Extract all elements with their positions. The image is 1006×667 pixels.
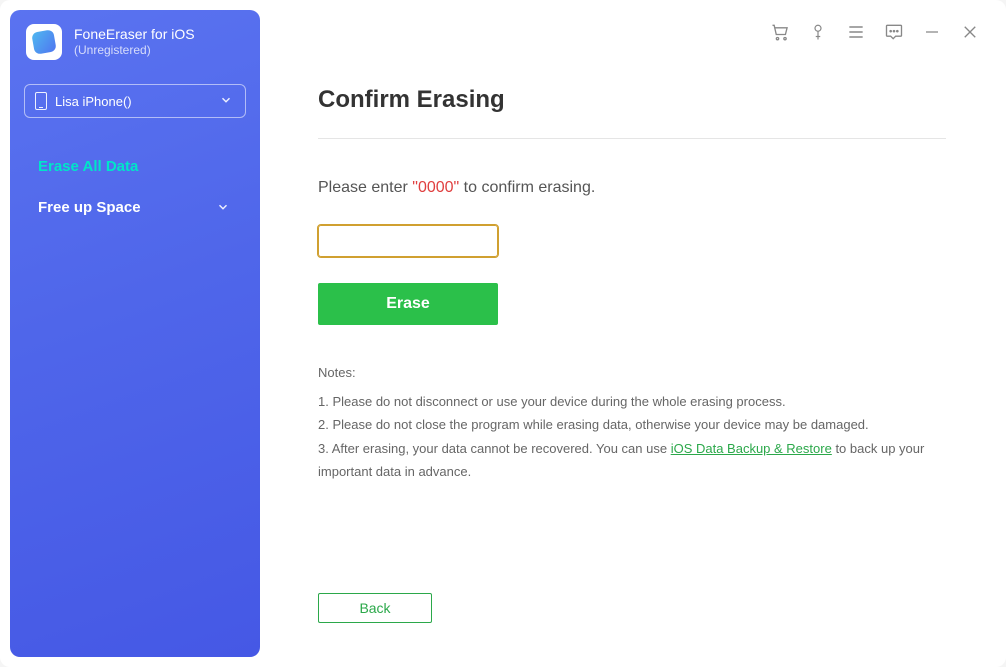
nav-item-erase-all[interactable]: Erase All Data <box>24 146 246 187</box>
note-line-3: 3. After erasing, your data cannot be re… <box>318 437 946 484</box>
note-line-2: 2. Please do not close the program while… <box>318 413 946 436</box>
menu-icon[interactable] <box>846 22 866 42</box>
confirm-input[interactable] <box>318 225 498 257</box>
app-logo-icon <box>26 24 62 60</box>
app-subtitle: (Unregistered) <box>74 43 195 59</box>
app-title-block: FoneEraser for iOS (Unregistered) <box>74 25 195 59</box>
cart-icon[interactable] <box>770 22 790 42</box>
nav-item-label: Free up Space <box>38 199 141 216</box>
sidebar-header: FoneEraser for iOS (Unregistered) <box>24 24 246 60</box>
note-line-1: 1. Please do not disconnect or use your … <box>318 390 946 413</box>
prompt-after: to confirm erasing. <box>459 179 595 196</box>
prompt-before: Please enter <box>318 179 412 196</box>
back-button[interactable]: Back <box>318 593 432 623</box>
key-icon[interactable] <box>808 22 828 42</box>
feedback-icon[interactable] <box>884 22 904 42</box>
page-title: Confirm Erasing <box>318 86 946 139</box>
note-3-before: 3. After erasing, your data cannot be re… <box>318 441 671 456</box>
main-area: Confirm Erasing Please enter "0000" to c… <box>268 10 996 657</box>
nav-item-label: Erase All Data <box>38 158 138 175</box>
erase-button[interactable]: Erase <box>318 283 498 325</box>
content: Confirm Erasing Please enter "0000" to c… <box>268 46 996 657</box>
nav-item-free-up-space[interactable]: Free up Space <box>24 187 246 228</box>
app-window: FoneEraser for iOS (Unregistered) Lisa i… <box>0 0 1006 667</box>
minimize-icon[interactable] <box>922 22 942 42</box>
prompt-code: "0000" <box>412 179 459 196</box>
title-bar-actions <box>268 10 996 46</box>
device-name: Lisa iPhone() <box>55 94 132 109</box>
chevron-down-icon <box>219 93 235 109</box>
notes-heading: Notes: <box>318 365 946 380</box>
device-dropdown[interactable]: Lisa iPhone() <box>24 84 246 118</box>
chevron-down-icon <box>216 200 232 216</box>
phone-icon <box>35 92 47 110</box>
sidebar: FoneEraser for iOS (Unregistered) Lisa i… <box>10 10 260 657</box>
close-icon[interactable] <box>960 22 980 42</box>
backup-restore-link[interactable]: iOS Data Backup & Restore <box>671 441 832 456</box>
device-dropdown-left: Lisa iPhone() <box>35 92 132 110</box>
app-title: FoneEraser for iOS <box>74 25 195 43</box>
confirm-prompt: Please enter "0000" to confirm erasing. <box>318 179 946 197</box>
